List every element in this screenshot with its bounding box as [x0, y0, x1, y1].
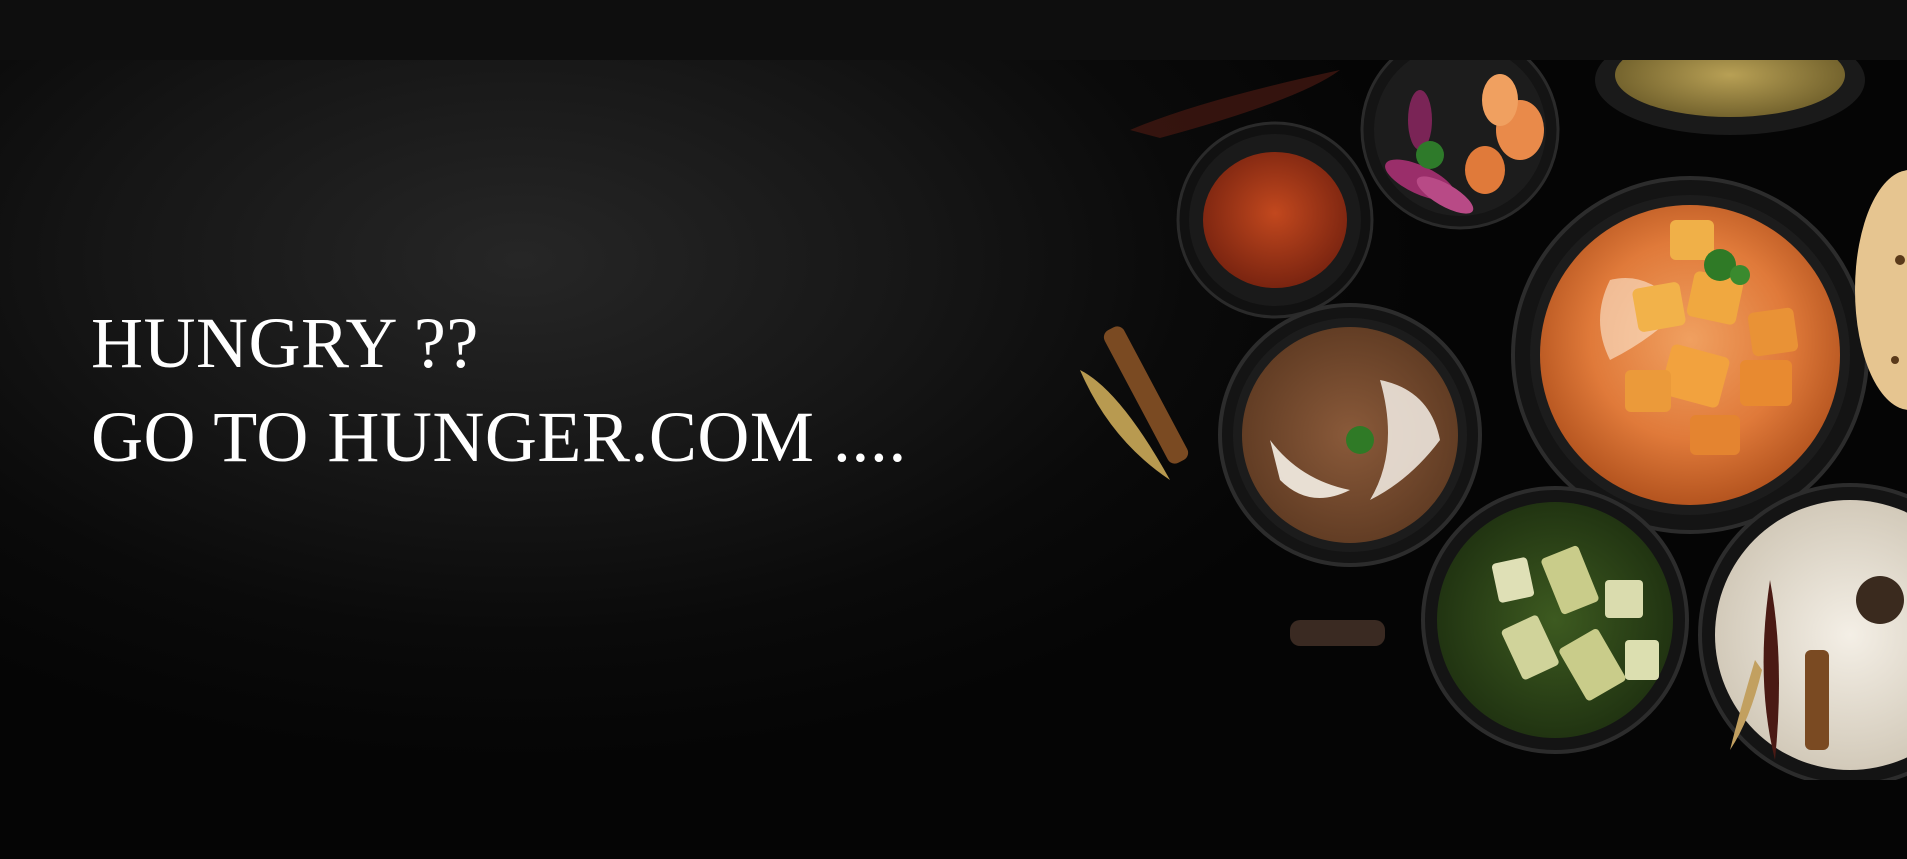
hero-line-go-to: GO TO HUNGER.COM ....: [91, 397, 907, 477]
top-bar: [0, 0, 1907, 60]
hero-line-hungry: HUNGRY ??: [91, 303, 479, 383]
hero-headline: HUNGRY ?? GO TO HUNGER.COM ....: [91, 296, 907, 484]
page: HUNGRY ?? GO TO HUNGER.COM ....: [0, 0, 1907, 859]
food-bowls-image: [1080, 60, 1907, 780]
